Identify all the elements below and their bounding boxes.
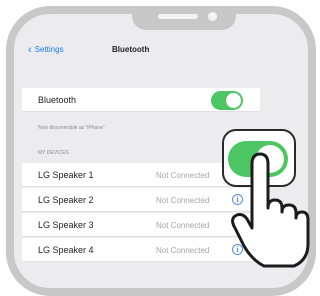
device-status: Not Connected [156,246,210,255]
device-status: Not Connected [156,221,210,230]
back-button-label: Settings [34,45,64,54]
device-name: LG Speaker 2 [38,195,94,205]
device-status: Not Connected [156,196,210,205]
earpiece-speaker [158,14,198,19]
phone-notch [132,6,236,30]
chevron-left-icon: ‹ [28,43,32,56]
navigation-bar: ‹ Settings Bluetooth [14,40,264,64]
device-row[interactable]: LG Speaker 4 Not Connected i [22,238,260,262]
front-camera [208,12,217,21]
device-name: LG Speaker 1 [38,170,94,180]
device-row[interactable]: LG Speaker 2 Not Connected i [22,188,260,212]
page-title: Bluetooth [112,45,150,54]
device-name: LG Speaker 3 [38,220,94,230]
bluetooth-toggle[interactable] [211,91,243,110]
discoverable-text: Now discoverable as "iPhone" [38,125,105,131]
toggle-knob [226,93,241,108]
device-row[interactable]: LG Speaker 3 Not Connected i [22,213,260,237]
device-name: LG Speaker 4 [38,245,94,255]
back-button[interactable]: ‹ Settings [28,43,64,56]
bluetooth-label: Bluetooth [38,95,77,105]
device-status: Not Connected [156,171,210,180]
section-header-my-devices: MY DEVICES [38,150,69,156]
pointing-hand-icon [231,152,310,268]
